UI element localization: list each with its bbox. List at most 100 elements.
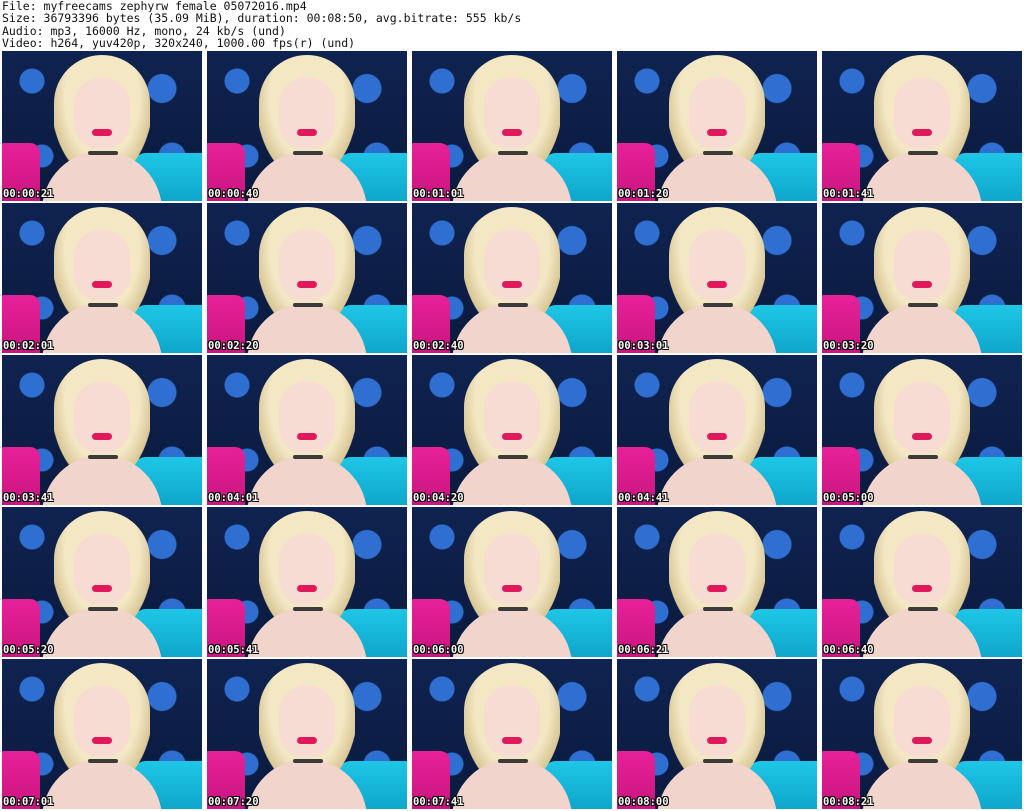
frame-timestamp: 00:04:20 (413, 492, 464, 504)
frame-timestamp: 00:03:01 (618, 340, 669, 352)
video-frame-thumbnail: 00:00:21 (2, 51, 202, 201)
frame-timestamp: 00:03:41 (3, 492, 54, 504)
video-frame-thumbnail: 00:05:20 (2, 507, 202, 657)
choker-shape (293, 607, 323, 611)
lips-shape (502, 281, 522, 288)
choker-shape (293, 303, 323, 307)
frame-timestamp: 00:02:40 (413, 340, 464, 352)
frame-timestamp: 00:01:20 (618, 188, 669, 200)
frame-timestamp: 00:03:20 (823, 340, 874, 352)
lips-shape (92, 737, 112, 744)
lips-shape (297, 129, 317, 136)
face-shape (894, 77, 950, 149)
frame-timestamp: 00:04:41 (618, 492, 669, 504)
file-size-line: Size: 36793396 bytes (35.09 MiB), durati… (2, 12, 522, 25)
face-shape (894, 533, 950, 605)
frame-timestamp: 00:08:21 (823, 796, 874, 808)
lips-shape (707, 281, 727, 288)
choker-shape (908, 455, 938, 459)
lips-shape (707, 433, 727, 440)
lips-shape (912, 737, 932, 744)
video-frame-thumbnail: 00:08:00 (617, 659, 817, 809)
lips-shape (92, 585, 112, 592)
choker-shape (908, 303, 938, 307)
choker-shape (293, 759, 323, 763)
frame-timestamp: 00:06:00 (413, 644, 464, 656)
lips-shape (707, 737, 727, 744)
face-shape (689, 533, 745, 605)
face-shape (689, 381, 745, 453)
choker-shape (88, 759, 118, 763)
choker-shape (293, 455, 323, 459)
video-frame-thumbnail: 00:03:01 (617, 203, 817, 353)
face-shape (279, 229, 335, 301)
face-shape (894, 381, 950, 453)
face-shape (484, 77, 540, 149)
video-frame-thumbnail: 00:02:20 (207, 203, 407, 353)
thumbnail-grid: 00:00:21 00:00:40 00:01:01 00:01:20 00:01:41… (2, 51, 1022, 809)
video-frame-thumbnail: 00:06:40 (822, 507, 1022, 657)
lips-shape (297, 585, 317, 592)
face-shape (74, 381, 130, 453)
choker-shape (703, 607, 733, 611)
choker-shape (703, 303, 733, 307)
frame-timestamp: 00:06:40 (823, 644, 874, 656)
frame-timestamp: 00:05:00 (823, 492, 874, 504)
frame-timestamp: 00:07:41 (413, 796, 464, 808)
frame-timestamp: 00:00:21 (3, 188, 54, 200)
video-frame-thumbnail: 00:01:20 (617, 51, 817, 201)
face-shape (279, 685, 335, 757)
audio-info-line: Audio: mp3, 16000 Hz, mono, 24 kb/s (und… (2, 24, 286, 38)
choker-shape (88, 151, 118, 155)
frame-timestamp: 00:04:01 (208, 492, 259, 504)
video-frame-thumbnail: 00:05:00 (822, 355, 1022, 505)
choker-shape (498, 151, 528, 155)
lips-shape (502, 433, 522, 440)
video-frame-thumbnail: 00:01:41 (822, 51, 1022, 201)
lips-shape (92, 129, 112, 136)
lips-shape (707, 129, 727, 136)
lips-shape (297, 433, 317, 440)
video-frame-thumbnail: 00:00:40 (207, 51, 407, 201)
choker-shape (498, 455, 528, 459)
choker-shape (908, 151, 938, 155)
choker-shape (498, 303, 528, 307)
face-shape (279, 77, 335, 149)
video-frame-thumbnail: 00:05:41 (207, 507, 407, 657)
face-shape (484, 229, 540, 301)
file-name-line: File: myfreecams_zephyrw_female_05072016… (2, 0, 307, 13)
lips-shape (912, 585, 932, 592)
video-frame-thumbnail: 00:07:01 (2, 659, 202, 809)
lips-shape (297, 737, 317, 744)
face-shape (279, 381, 335, 453)
file-info-header: File: myfreecams_zephyrw_female_05072016… (2, 0, 1022, 50)
choker-shape (703, 455, 733, 459)
face-shape (484, 533, 540, 605)
video-frame-thumbnail: 00:06:00 (412, 507, 612, 657)
contact-sheet: File: myfreecams_zephyrw_female_05072016… (0, 0, 1024, 811)
frame-timestamp: 00:02:01 (3, 340, 54, 352)
video-frame-thumbnail: 00:03:41 (2, 355, 202, 505)
video-frame-thumbnail: 00:04:01 (207, 355, 407, 505)
video-frame-thumbnail: 00:01:01 (412, 51, 612, 201)
face-shape (894, 229, 950, 301)
lips-shape (912, 433, 932, 440)
lips-shape (502, 737, 522, 744)
frame-timestamp: 00:07:20 (208, 796, 259, 808)
choker-shape (293, 151, 323, 155)
frame-timestamp: 00:02:20 (208, 340, 259, 352)
lips-shape (297, 281, 317, 288)
choker-shape (498, 607, 528, 611)
lips-shape (912, 129, 932, 136)
choker-shape (498, 759, 528, 763)
choker-shape (703, 151, 733, 155)
frame-timestamp: 00:05:20 (3, 644, 54, 656)
video-frame-thumbnail: 00:03:20 (822, 203, 1022, 353)
frame-timestamp: 00:01:41 (823, 188, 874, 200)
choker-shape (88, 303, 118, 307)
frame-timestamp: 00:07:01 (3, 796, 54, 808)
video-frame-thumbnail: 00:07:20 (207, 659, 407, 809)
face-shape (689, 685, 745, 757)
choker-shape (908, 759, 938, 763)
choker-shape (88, 455, 118, 459)
